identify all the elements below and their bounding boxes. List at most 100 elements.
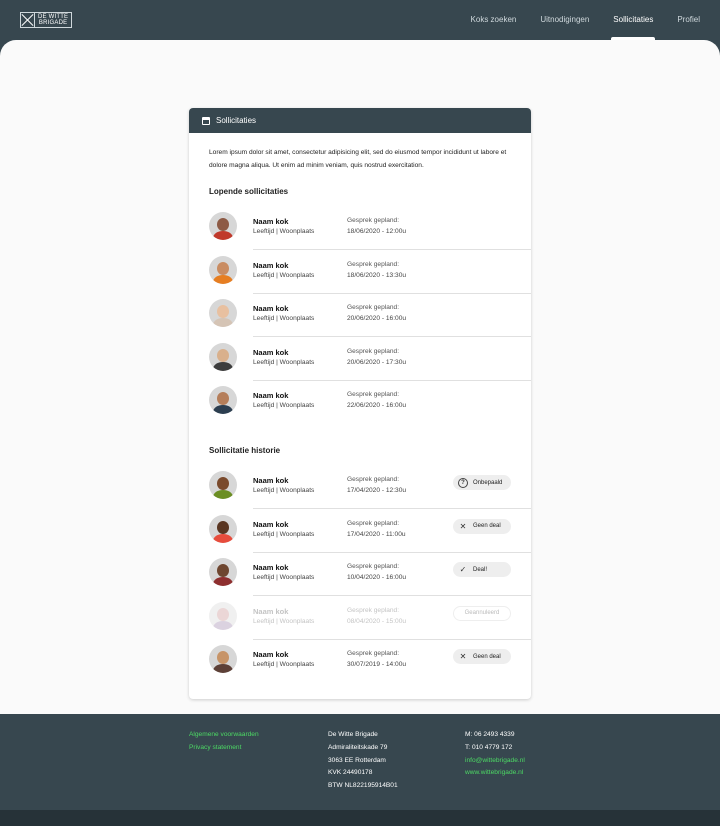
applicant-age-location: Leeftijd | Woonplaats [253, 358, 315, 366]
applicant-name: Naam kok [253, 519, 289, 529]
close-icon: ✕ [459, 652, 467, 662]
brand-logo[interactable]: DE WITTE BRIGADE [20, 12, 73, 28]
interview-date: 10/04/2020 - 16:00u [347, 574, 407, 582]
avatar [209, 255, 237, 284]
applicant-row[interactable]: Naam kok Leeftijd | Woonplaats Gesprek gep… [209, 337, 531, 381]
status-label: Geen deal [473, 523, 501, 530]
interview-label: Gesprek gepland: [347, 650, 400, 658]
top-navigation-bar: DE WITTE BRIGADE Koks zoeken Uitnodiginge… [0, 0, 720, 40]
applicant-row[interactable]: Naam kok Leeftijd | Woonplaats Gesprek gep… [209, 293, 531, 338]
calendar-icon [202, 116, 210, 125]
status-badge: ? Onbepaald [453, 475, 511, 490]
applicant-name: Naam kok [253, 347, 289, 357]
phone-number: T: 010 4779 172 [465, 743, 513, 751]
status-badge: ✓ Deal! [453, 562, 511, 578]
applicant-name: Naam kok [253, 304, 289, 314]
close-icon: ✕ [459, 521, 467, 531]
terms-link[interactable]: Algemene voorwaarden [189, 729, 259, 742]
history-section-title: Sollicitatie historie [209, 446, 281, 455]
card-title: Sollicitaties [216, 116, 257, 125]
interview-label: Gesprek gepland: [347, 347, 400, 355]
applicant-age-location: Leeftijd | Woonplaats [253, 228, 315, 235]
applicant-row[interactable]: Naam kok Leeftijd | Woonplaats Gesprek gep… [209, 596, 531, 640]
status-label: Geen deal [473, 653, 501, 660]
interview-label: Gesprek gepland: [347, 563, 400, 571]
city-address: 3063 EE Rotterdam [328, 756, 386, 764]
applicant-age-location: Leeftijd | Woonplaats [253, 661, 315, 669]
applicant-name: Naam kok [253, 217, 289, 226]
applicant-name: Naam kok [253, 606, 289, 616]
mobile-number: M: 06 2493 4339 [465, 731, 515, 738]
nav-item-uitnodigingen[interactable]: Uitnodigingen [540, 0, 589, 40]
interview-date: 20/06/2020 - 16:00u [347, 315, 407, 323]
applicant-row[interactable]: Naam kok Leeftijd | Woonplaats Gesprek gep… [209, 250, 531, 294]
avatar [209, 342, 237, 371]
applicant-row[interactable]: Naam kok Leeftijd | Woonplaats Gesprek gep… [209, 639, 531, 683]
applicant-name: Naam kok [253, 650, 289, 660]
intro-text: Lorem ipsum dolor sit amet, consectetur … [209, 149, 507, 169]
interview-label: Gesprek gepland: [347, 476, 400, 483]
status-badge: ✕ Geen deal [453, 518, 511, 534]
email-link[interactable]: info@wittebrigade.nl [465, 755, 525, 768]
applicant-name: Naam kok [253, 391, 289, 401]
brand-line-2: BRIGADE [38, 20, 68, 26]
interview-label: Gesprek gepland: [347, 391, 400, 399]
applications-card: Sollicitaties Lorem ipsum dolor sit amet… [189, 108, 531, 699]
avatar [209, 212, 237, 240]
card-header: Sollicitaties [189, 108, 531, 133]
applicant-row[interactable]: Naam kok Leeftijd | Woonplaats Gesprek gep… [209, 206, 531, 250]
status-label: Geannuleerd [464, 610, 500, 617]
applicant-age-location: Leeftijd | Woonplaats [253, 271, 315, 279]
applicant-age-location: Leeftijd | Woonplaats [253, 617, 315, 625]
status-badge: Geannuleerd [453, 605, 511, 621]
logo-mark-icon [21, 13, 35, 27]
kvk-number: KVK 24490178 [328, 769, 373, 777]
nav-item-profiel[interactable]: Profiel [677, 0, 700, 40]
footer: Algemene voorwaarden Privacy statement D… [0, 714, 720, 810]
avatar [209, 558, 237, 587]
privacy-link[interactable]: Privacy statement [189, 742, 259, 755]
applicant-row[interactable]: Naam kok Leeftijd | Woonplaats Gesprek gep… [209, 509, 531, 553]
avatar [209, 514, 237, 543]
interview-date: 08/04/2020 - 15:00u [347, 617, 407, 625]
interview-date: 18/06/2020 - 13:30u [347, 271, 407, 279]
status-label: Onbepaald [473, 479, 503, 486]
applicant-name: Naam kok [253, 260, 289, 270]
avatar [209, 386, 237, 415]
status-badge: ✕ Geen deal [453, 649, 511, 665]
nav-item-koks-zoeken[interactable]: Koks zoeken [471, 0, 517, 40]
avatar [209, 471, 237, 499]
nav-item-sollicitaties[interactable]: Sollicitaties [611, 0, 656, 40]
applicant-age-location: Leeftijd | Woonplaats [253, 530, 315, 538]
applicant-row[interactable]: Naam kok Leeftijd | Woonplaats Gesprek gep… [209, 465, 531, 509]
avatar [209, 299, 237, 328]
interview-date: 17/04/2020 - 12:30u [347, 487, 407, 494]
applicant-row[interactable]: Naam kok Leeftijd | Woonplaats Gesprek gep… [209, 380, 531, 424]
footer-contact: M: 06 2493 4339 T: 010 4779 172 info@wit… [465, 729, 525, 780]
applicant-age-location: Leeftijd | Woonplaats [253, 315, 315, 323]
applicant-name: Naam kok [253, 476, 289, 485]
question-circle-icon: ? [458, 477, 468, 488]
main-nav: Koks zoeken Uitnodigingen Sollicitaties Pro… [447, 0, 700, 40]
interview-label: Gesprek gepland: [347, 260, 400, 268]
footer-links: Algemene voorwaarden Privacy statement [189, 729, 259, 755]
running-section-title: Lopende sollicitaties [209, 187, 289, 196]
applicant-age-location: Leeftijd | Woonplaats [253, 487, 315, 494]
interview-date: 18/06/2020 - 12:00u [347, 228, 407, 235]
interview-label: Gesprek gepland: [347, 217, 400, 224]
interview-date: 20/06/2020 - 17:30u [347, 358, 407, 366]
interview-date: 30/07/2019 - 14:00u [347, 661, 407, 669]
avatar [209, 601, 237, 630]
applicant-row[interactable]: Naam kok Leeftijd | Woonplaats Gesprek gep… [209, 552, 531, 597]
check-icon: ✓ [459, 565, 467, 575]
main-content: Sollicitaties Lorem ipsum dolor sit amet… [0, 40, 720, 714]
interview-date: 22/06/2020 - 16:00u [347, 402, 407, 410]
website-link[interactable]: www.wittebrigade.nl [465, 767, 525, 780]
status-label: Deal! [473, 566, 488, 573]
btw-number: BTW NL822195914B01 [328, 782, 398, 790]
company-name: De Witte Brigade [328, 731, 378, 738]
applicant-age-location: Leeftijd | Woonplaats [253, 402, 315, 410]
interview-label: Gesprek gepland: [347, 304, 400, 312]
interview-label: Gesprek gepland: [347, 519, 400, 527]
avatar [209, 645, 237, 674]
